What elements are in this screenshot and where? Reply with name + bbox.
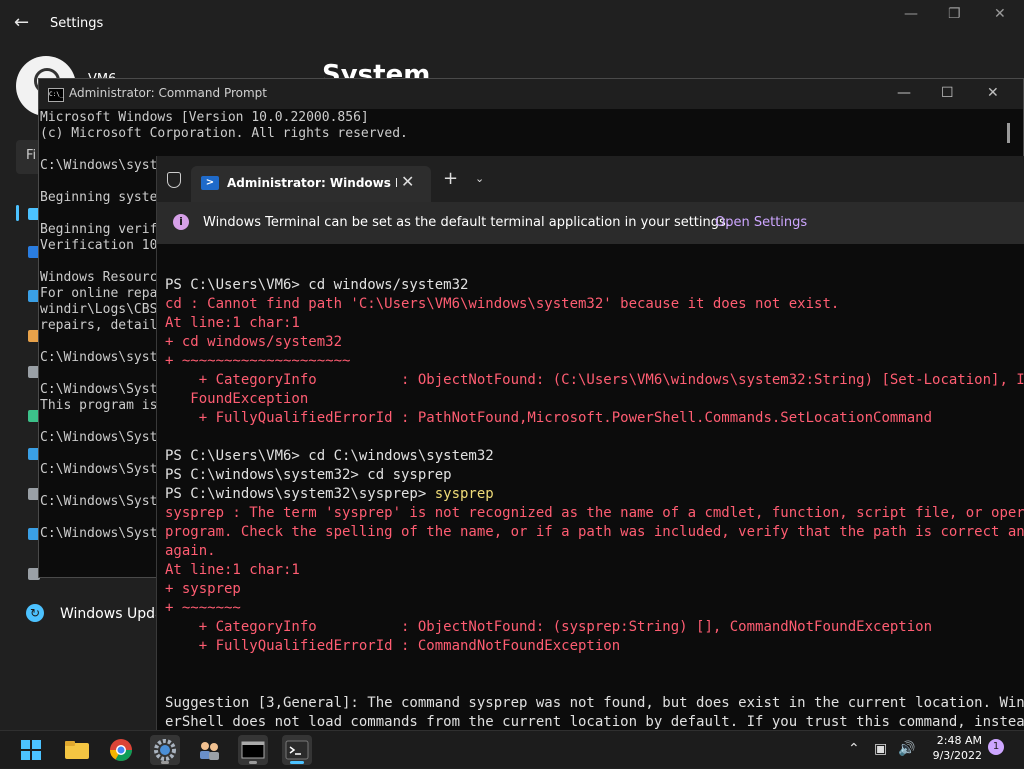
cmd-line: Windows Resourc (40, 270, 158, 285)
cmd-line: Beginning verif (40, 222, 158, 237)
terminal-line: program. Check the spelling of the name,… (165, 524, 1024, 540)
chevron-down-icon[interactable]: ⌄ (475, 172, 484, 185)
terminal-output[interactable]: PS C:\Users\VM6> cd windows/system32 cd … (165, 276, 1024, 730)
maximize-icon[interactable]: ❐ (948, 6, 961, 22)
tab-powershell[interactable]: > Administrator: Windows PowerShell ✕ (191, 166, 431, 202)
terminal-line: PS C:\Users\VM6> cd windows/system32 (165, 277, 469, 293)
open-settings-link[interactable]: Open Settings (715, 215, 807, 230)
cmd-line: C:\Windows\Syst (40, 526, 158, 541)
cmd-line: Verification 10 (40, 238, 158, 253)
terminal-line: PS C:\windows\system32> cd sysprep (165, 467, 452, 483)
windows-terminal-window[interactable]: > Administrator: Windows PowerShell ✕ + … (156, 156, 1024, 730)
info-icon: i (173, 214, 189, 230)
terminal-line: Suggestion [3,General]: The command sysp… (165, 695, 1024, 711)
cmd-line: (c) Microsoft Corporation. All rights re… (40, 126, 408, 141)
start-button[interactable] (16, 735, 46, 765)
tab-title: Administrator: Windows PowerShell (227, 176, 397, 190)
volume-icon[interactable]: 🔊 (898, 741, 915, 757)
cmd-close-icon[interactable]: ✕ (987, 85, 999, 101)
shield-icon (167, 172, 181, 188)
tab-close-icon[interactable]: ✕ (401, 172, 414, 191)
find-setting-input[interactable]: Fi (16, 140, 38, 174)
terminal-line: + FullyQualifiedErrorId : PathNotFound,M… (165, 410, 933, 426)
terminal-line: At line:1 char:1 (165, 315, 300, 331)
cmd-line: This program is (40, 398, 158, 413)
terminal-line: erShell does not load commands from the … (165, 714, 1024, 730)
terminal-button[interactable] (282, 735, 312, 765)
terminal-line: PS C:\windows\system32\sysprep> (165, 486, 435, 502)
close-icon[interactable]: ✕ (994, 6, 1006, 22)
terminal-line: again. (165, 543, 216, 559)
command-prompt-button[interactable] (238, 735, 268, 765)
cmd-scrollbar[interactable] (1007, 123, 1010, 143)
powershell-icon: > (201, 176, 219, 190)
terminal-line: + CategoryInfo : ObjectNotFound: (syspre… (165, 619, 933, 635)
terminal-line: + FullyQualifiedErrorId : CommandNotFoun… (165, 638, 621, 654)
users-icon (200, 742, 219, 760)
settings-button[interactable] (150, 735, 180, 765)
cmd-title-bar[interactable]: C:\_ Administrator: Command Prompt — ☐ ✕ (39, 79, 1023, 109)
network-icon[interactable]: ▣ (874, 741, 887, 757)
chevron-up-icon[interactable]: ⌃ (848, 741, 860, 757)
cmd-line: C:\Windows\Syst (40, 430, 158, 445)
running-indicator (161, 761, 169, 764)
terminal-line: + sysprep (165, 581, 241, 597)
cmd-line: C:\Windows\Syst (40, 462, 158, 477)
users-app-button[interactable] (194, 735, 224, 765)
terminal-line: PS C:\Users\VM6> cd C:\windows\system32 (165, 448, 494, 464)
terminal-line: sysprep : The term 'sysprep' is not reco… (165, 505, 1024, 521)
terminal-line: cd : Cannot find path 'C:\Users\VM6\wind… (165, 296, 840, 312)
chrome-icon (110, 739, 132, 761)
settings-title: Settings (50, 16, 104, 31)
terminal-line: + CategoryInfo : ObjectNotFound: (C:\Use… (198, 372, 1024, 388)
terminal-command-token: sysprep (434, 486, 494, 502)
terminal-line: FoundException (165, 391, 309, 407)
cmd-line: Beginning syste (40, 190, 158, 205)
file-explorer-button[interactable] (62, 735, 92, 765)
active-indicator (290, 761, 304, 764)
clock-time[interactable]: 2:48 AM (932, 734, 982, 747)
terminal-line: + cd windows/system32 (165, 334, 343, 350)
cmd-title: Administrator: Command Prompt (69, 86, 267, 100)
taskbar: ⌃ ▣ 🔊 2:48 AM 9/3/2022 1 (0, 730, 1024, 768)
terminal-line: + ~~~~~~~~~~~~~~~~~~~~ (165, 353, 351, 369)
cmd-line: Microsoft Windows [Version 10.0.22000.85… (40, 110, 369, 125)
cmd-maximize-icon[interactable]: ☐ (941, 85, 954, 101)
info-message: Windows Terminal can be set as the defau… (203, 215, 730, 230)
minimize-icon[interactable]: — (904, 6, 918, 22)
cmd-line: C:\Windows\Syst (40, 382, 158, 397)
windows-logo-icon (21, 740, 41, 760)
notification-badge[interactable]: 1 (988, 739, 1004, 755)
windows-update-icon: ↻ (26, 604, 44, 622)
cmd-line: repairs, detail (40, 318, 158, 333)
running-indicator (249, 761, 257, 764)
terminal-line: + ~~~~~~~ (165, 600, 241, 616)
folder-icon (65, 741, 89, 759)
back-arrow-icon[interactable]: ← (14, 12, 29, 33)
terminal-line: At line:1 char:1 (165, 562, 300, 578)
terminal-tab-bar[interactable]: > Administrator: Windows PowerShell ✕ + … (157, 156, 1024, 202)
nav-selection-indicator (16, 205, 19, 221)
cmd-app-icon: C:\_ (48, 88, 64, 102)
new-tab-button[interactable]: + (443, 168, 458, 189)
info-bar: i Windows Terminal can be set as the def… (157, 202, 1024, 244)
cmd-line: For online repa (40, 286, 158, 301)
cmd-line: windir\Logs\CBS (40, 302, 158, 317)
cmd-minimize-icon[interactable]: — (897, 85, 911, 101)
cmd-line: C:\Windows\syst (40, 350, 158, 365)
chrome-button[interactable] (106, 735, 136, 765)
cmd-line: C:\Windows\Syst (40, 494, 158, 509)
cmd-line: C:\Windows\syst (40, 158, 158, 173)
clock-date[interactable]: 9/3/2022 (926, 749, 982, 762)
